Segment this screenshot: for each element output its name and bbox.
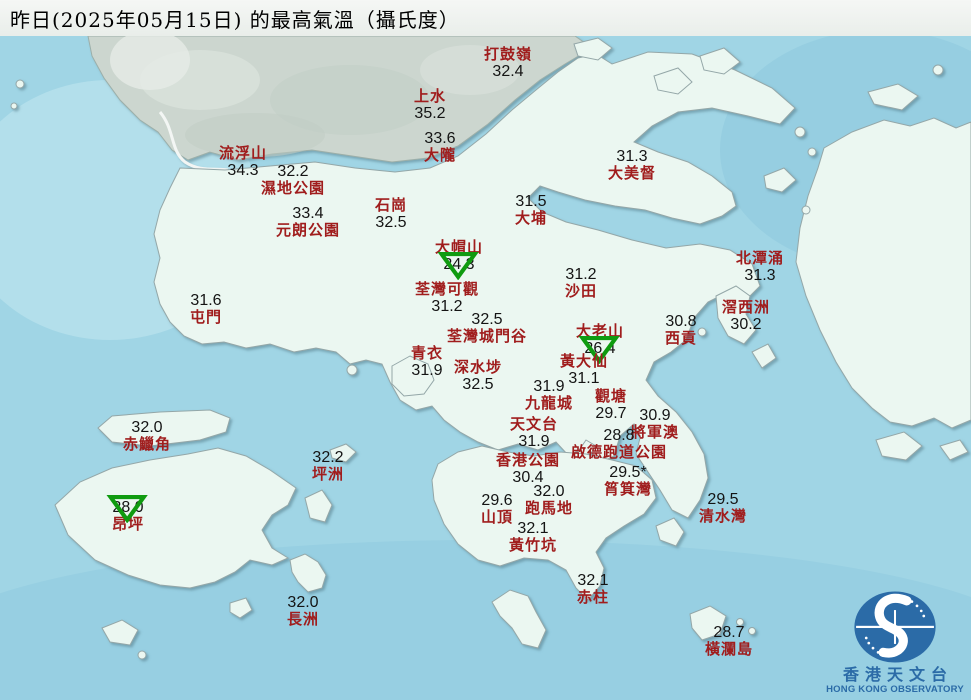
hko-logo-english-name: HONG KONG OBSERVATORY [826,684,964,695]
west-islet-1 [15,79,25,89]
hko-logo-icon [854,591,936,663]
tolo-channel-islet-1 [794,126,806,138]
page-title: 昨日(2025年05月15日) 的最高氣溫（攝氏度） [10,7,460,32]
hko-logo: 香港天文台 HONG KONG OBSERVATORY [825,589,965,696]
soko-islet [137,650,147,660]
waglan-islet-1 [736,618,744,626]
ne-islet [932,64,944,76]
grass-island [801,205,811,215]
waglan-islet-2 [748,627,756,635]
sharp-island [697,327,707,337]
west-islet-2 [10,102,18,110]
hko-logo-chinese-name: 香港天文台 [842,665,953,684]
weather-map-screen: 打鼓嶺 32.4 上水 35.2 33.6 大隴 31.3 大美督 流浮山 34.3 32.2 濕地公… [0,0,971,700]
tolo-channel-islet-2 [807,147,817,157]
title-bar: 昨日(2025年05月15日) 的最高氣溫（攝氏度） [0,0,971,36]
ma-wan-island [346,364,358,376]
